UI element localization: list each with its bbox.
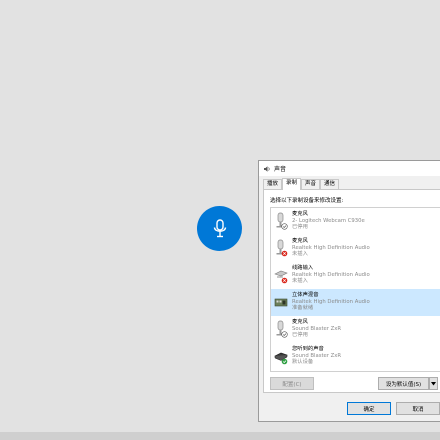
- microphone-disabled-icon: [276, 212, 288, 230]
- device-list: 麦克风 2- Logitech Webcam C930e 已停用 麦克风 Rea…: [270, 207, 440, 372]
- tab-communications[interactable]: 通信: [320, 179, 340, 189]
- microphone-disabled-icon: [276, 320, 288, 338]
- tab-playback[interactable]: 播放: [263, 179, 283, 189]
- device-status: 已停用: [292, 224, 308, 230]
- microphone-icon: [213, 218, 226, 237]
- set-default-button[interactable]: 设为默认值(S): [378, 377, 429, 390]
- device-status: 默认设备: [292, 359, 314, 365]
- device-status: 已停用: [292, 332, 308, 338]
- tab-sounds[interactable]: 声音: [301, 179, 321, 189]
- tab-recording[interactable]: 录制: [282, 178, 302, 190]
- dialog-title: 声音: [274, 166, 287, 173]
- ok-button[interactable]: 确定: [347, 402, 391, 415]
- what-u-hear-default-icon: [274, 352, 288, 365]
- device-item[interactable]: 线路输入 Realtek High Definition Audio 未插入: [271, 262, 440, 289]
- device-item[interactable]: 麦克风 Sound Blaster ZxR 已停用: [271, 316, 440, 343]
- set-default-dropdown[interactable]: [429, 377, 438, 390]
- instruction-text: 选择以下录制设备来修改设置:: [270, 198, 344, 204]
- configure-button[interactable]: 配置(C): [270, 377, 314, 390]
- sound-dialog: 声音 播放 录制 声音 通信 选择以下录制设备来修改设置: 麦克风 2- Log…: [258, 160, 440, 422]
- device-item[interactable]: 麦克风 Realtek High Definition Audio 未插入: [271, 235, 440, 262]
- line-in-unplugged-icon: [274, 270, 288, 284]
- microphone-button[interactable]: [197, 206, 242, 251]
- tab-bar: 播放 录制 声音 通信: [263, 178, 340, 190]
- device-item-selected[interactable]: 立体声混音 Realtek High Definition Audio 准备就绪: [271, 289, 440, 316]
- device-item[interactable]: 麦克风 2- Logitech Webcam C930e 已停用: [271, 208, 440, 235]
- device-status: 未插入: [292, 251, 308, 257]
- stereo-mix-icon: [274, 298, 288, 307]
- speaker-icon: [264, 165, 270, 172]
- device-item[interactable]: 您听到的声音 Sound Blaster ZxR 默认设备: [271, 343, 440, 370]
- recording-panel: 选择以下录制设备来修改设置: 麦克风 2- Logitech Webcam C9…: [263, 189, 440, 393]
- chevron-down-icon: [431, 381, 436, 385]
- device-status: 未插入: [292, 278, 308, 284]
- device-status: 准备就绪: [292, 305, 314, 311]
- desktop-background: 声音 播放 录制 声音 通信 选择以下录制设备来修改设置: 麦克风 2- Log…: [0, 0, 440, 440]
- microphone-unplugged-icon: [276, 239, 288, 257]
- dialog-titlebar[interactable]: 声音: [259, 161, 440, 176]
- cancel-button[interactable]: 取消: [396, 402, 440, 415]
- taskbar-edge: [0, 432, 440, 440]
